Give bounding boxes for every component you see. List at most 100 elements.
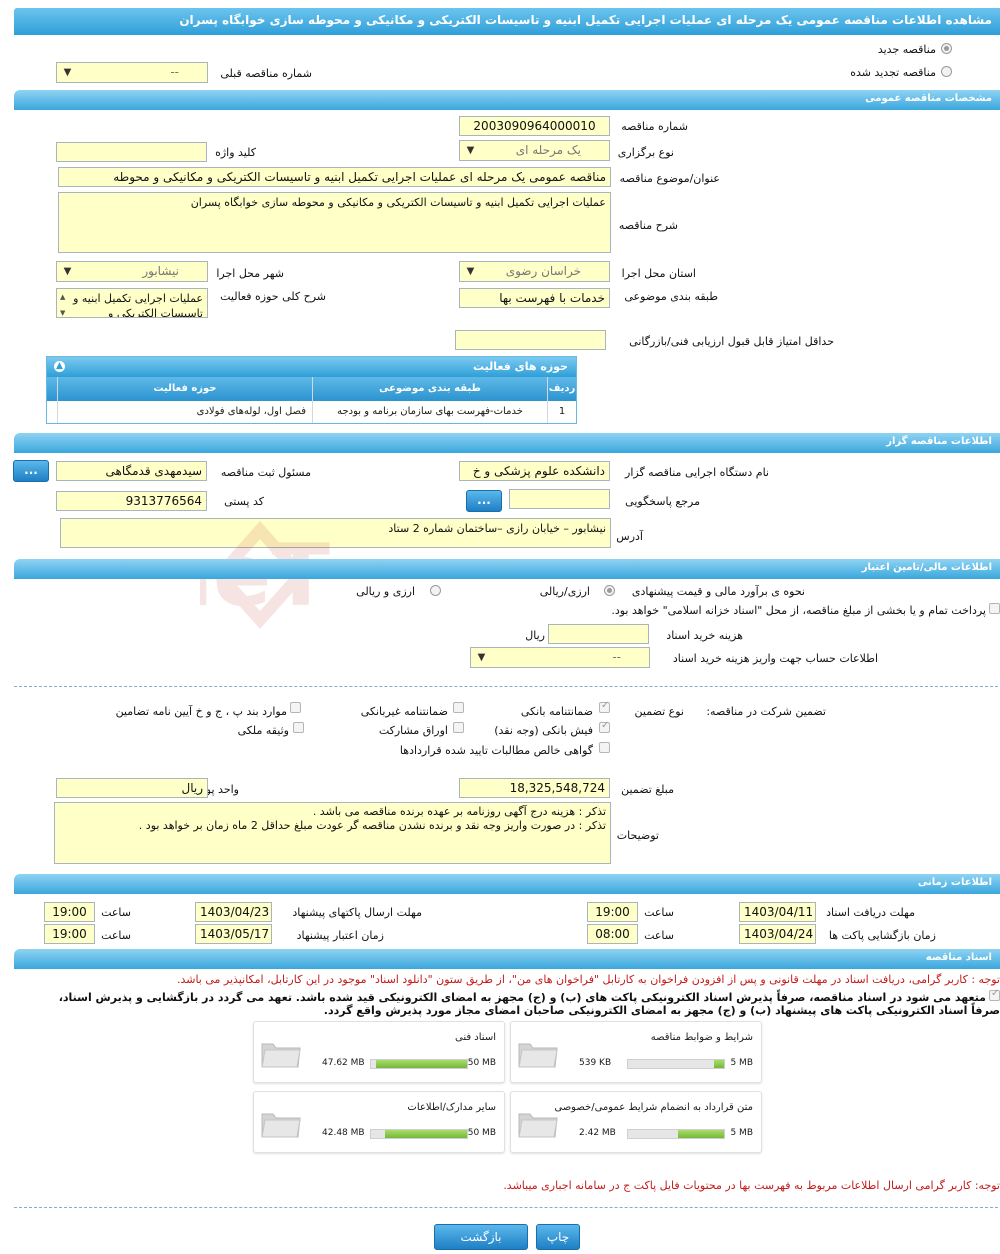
- account-label: اطلاعات حساب جهت واریز هزینه خرید اسناد: [672, 652, 878, 665]
- keyword-label: کلید واژه: [215, 146, 256, 159]
- back-button[interactable]: بازگشت: [434, 1224, 528, 1250]
- participation-bonds-checkbox[interactable]: [453, 722, 464, 733]
- scroll-up-icon[interactable]: ▲: [60, 290, 65, 305]
- estimate-label: نحوه ی برآورد مالی و قیمت پیشنهادی: [631, 585, 805, 598]
- tender-number-field: 2003090964000010: [459, 116, 610, 136]
- opening-time: 08:00: [587, 924, 638, 944]
- nonbank-guarantee-checkbox[interactable]: [453, 702, 464, 713]
- category-label: طبقه بندی موضوعی: [624, 290, 718, 303]
- doc-fee-field: [548, 624, 649, 644]
- currency-and-rial-radio[interactable]: [430, 585, 441, 596]
- chevron-down-icon: ▼: [63, 67, 72, 78]
- cell-category: خدمات-فهرست بهای سازمان برنامه و بودجه: [312, 401, 547, 423]
- new-tender-label: مناقصه جدید: [877, 43, 936, 56]
- min-score-label: حداقل امتیاز قابل قبول ارزیابی فنی/بازرگ…: [629, 335, 834, 348]
- subject-label: عنوان/موضوع مناقصه: [619, 172, 720, 185]
- renewed-tender-label: مناقصه تجدید شده: [850, 66, 936, 79]
- documents-note-1: توجه : کاربر گرامی، دریافت اسناد در مهلت…: [176, 973, 1000, 986]
- chevron-down-icon: ▼: [63, 266, 72, 277]
- submit-label: مهلت ارسال پاکتهای پیشنهاد: [292, 906, 422, 919]
- clauses-label: موارد بند پ ، ج و خ آیین نامه تضامین: [115, 705, 287, 718]
- submit-date: 1403/04/23: [195, 902, 272, 922]
- folder-icon: [261, 1043, 301, 1068]
- city-select[interactable]: نیشابور ▼: [56, 261, 208, 282]
- registrar-select-button[interactable]: ...: [13, 460, 49, 482]
- currency-rial-radio[interactable]: [604, 585, 615, 596]
- description-field: عملیات اجرایی تکمیل ابنیه و تاسیسات الکت…: [58, 192, 611, 253]
- upload-progress-bar: [627, 1059, 725, 1069]
- new-tender-radio[interactable]: [941, 43, 952, 54]
- general-section-header: مشخصات مناقصه عمومی: [14, 90, 1000, 110]
- holding-type-label: نوع برگزاری: [617, 146, 674, 159]
- chevron-down-icon: ▼: [477, 652, 486, 663]
- document-card-technical[interactable]: اسناد فنی 50 MB 47.62 MB: [253, 1021, 505, 1083]
- ref-label: مرجع پاسخگویی: [625, 495, 700, 508]
- category-field: خدمات با فهرست بها: [459, 288, 610, 308]
- property-checkbox[interactable]: [293, 722, 304, 733]
- print-button[interactable]: چاپ: [536, 1224, 580, 1250]
- validity-label: زمان اعتبار پیشنهاد: [296, 929, 384, 942]
- folder-icon: [518, 1113, 558, 1138]
- participation-bonds-label: اوراق مشارکت: [378, 724, 448, 737]
- opening-time-label: ساعت: [644, 929, 674, 942]
- claims-cert-label: گواهی خالص مطالبات تایید شده قراردادها: [399, 744, 593, 757]
- collapse-icon[interactable]: ▲: [54, 361, 65, 372]
- doc-receive-label: مهلت دریافت اسناد: [826, 906, 915, 919]
- renewed-tender-radio[interactable]: [941, 66, 952, 77]
- chevron-down-icon: ▼: [466, 266, 475, 277]
- org-field: دانشکده علوم پزشکی و خ: [459, 461, 610, 481]
- ref-field: [509, 489, 610, 509]
- holding-type-select[interactable]: یک مرحله ای ▼: [459, 140, 610, 161]
- description-label: شرح مناقصه: [618, 219, 678, 232]
- scroll-down-icon[interactable]: ▼: [60, 306, 65, 317]
- commitment-line-2: صرفاً اسناد الکترونیکی پاکت های پیشنهاد …: [323, 1004, 1000, 1017]
- document-card-conditions[interactable]: شرایط و ضوابط مناقصه 5 MB 539 KB: [510, 1021, 762, 1083]
- timing-section-header: اطلاعات زمانی: [14, 874, 1000, 894]
- activity-desc-label: شرح کلی حوزه فعالیت: [220, 290, 326, 303]
- document-card-other[interactable]: سایر مدارک/اطلاعات 50 MB 42.48 MB: [253, 1091, 505, 1153]
- postal-field: 9313776564: [56, 491, 207, 511]
- commitment-checkbox[interactable]: [989, 988, 1000, 1001]
- claims-cert-checkbox[interactable]: [599, 742, 610, 753]
- document-card-contract[interactable]: متن قرارداد به انضمام شرایط عمومی/خصوصی …: [510, 1091, 762, 1153]
- activity-table-columns: ردیف طبقه بندی موضوعی حوزه فعالیت: [47, 377, 576, 401]
- subject-field: مناقصه عمومی یک مرحله ای عملیات اجرایی ت…: [58, 167, 611, 187]
- doc-receive-time: 19:00: [587, 902, 638, 922]
- prev-number-select[interactable]: -- ▼: [56, 62, 208, 83]
- submit-time: 19:00: [44, 902, 95, 922]
- folder-icon: [518, 1043, 558, 1068]
- finance-section-header: اطلاعات مالی/تامین اعتبار: [14, 559, 1000, 579]
- bank-receipt-checkbox[interactable]: [599, 720, 610, 733]
- opening-label: زمان بازگشایی پاکت ها: [828, 929, 936, 942]
- table-row: 1 خدمات-فهرست بهای سازمان برنامه و بودجه…: [47, 401, 576, 423]
- address-field: نیشابور – خیابان رازی –ساختمان شماره 2 س…: [60, 518, 611, 548]
- documents-note-2: توجه: کاربر گرامی ارسال اطلاعات مربوط به…: [503, 1179, 1000, 1192]
- bank-guarantee-checkbox[interactable]: [599, 700, 610, 713]
- clauses-checkbox[interactable]: [290, 702, 301, 713]
- province-select[interactable]: خراسان رضوی ▼: [459, 261, 610, 282]
- doc-receive-date: 1403/04/11: [739, 902, 816, 922]
- keyword-field[interactable]: [56, 142, 207, 162]
- treasury-checkbox[interactable]: [989, 603, 1000, 614]
- note-line-1: تذکر : هزینه درج آگهی روزنامه بر عهده بر…: [312, 805, 606, 818]
- postal-label: کد پستی: [224, 495, 264, 508]
- account-select[interactable]: -- ▼: [470, 647, 650, 668]
- address-label: آدرس: [616, 530, 643, 543]
- tender-number-label: شماره مناقصه: [621, 120, 688, 133]
- guarantee-type-label: نوع تضمین: [634, 705, 684, 718]
- notes-field: تذکر : هزینه درج آگهی روزنامه بر عهده بر…: [54, 802, 611, 864]
- chevron-down-icon: ▼: [466, 145, 475, 156]
- registrar-label: مسئول ثبت مناقصه: [220, 466, 311, 479]
- page-title: مشاهده اطلاعات مناقصه عمومی یک مرحله ای …: [14, 8, 1000, 35]
- bank-guarantee-label: ضمانتنامه بانکی: [520, 705, 593, 718]
- cell-field: فصل اول، لوله‌های فولادی: [57, 401, 312, 423]
- bank-receipt-label: فیش بانکی (وجه نقد): [494, 724, 593, 737]
- currency-and-rial-label: ارزی و ریالی: [356, 585, 415, 598]
- nonbank-guarantee-label: ضمانتنامه غیربانکی: [360, 705, 448, 718]
- col-field: حوزه فعالیت: [57, 377, 312, 401]
- activity-table: حوزه های فعالیت ▲ ردیف طبقه بندی موضوعی …: [46, 356, 577, 424]
- opening-date: 1403/04/24: [739, 924, 816, 944]
- validity-time-label: ساعت: [101, 929, 131, 942]
- ref-select-button[interactable]: ...: [466, 490, 502, 512]
- cell-row: 1: [547, 401, 576, 423]
